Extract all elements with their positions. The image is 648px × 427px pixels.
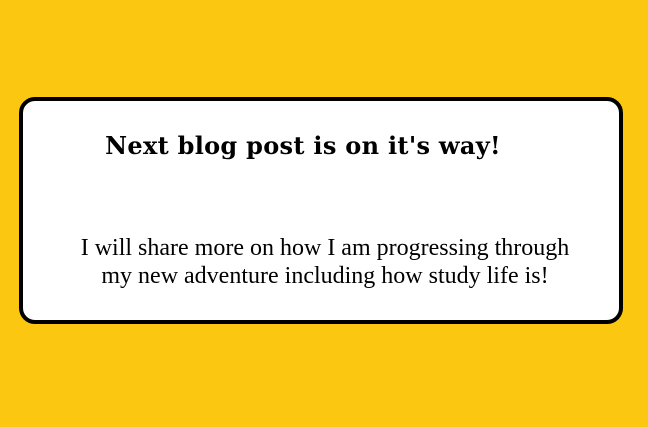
yellow-background: Next blog post is on it's way! I will sh… (0, 0, 648, 427)
card-body-line-2: my new adventure including how study lif… (101, 263, 549, 289)
announcement-card: Next blog post is on it's way! I will sh… (19, 97, 623, 324)
card-body-line-1: I will share more on how I am progressin… (80, 235, 570, 261)
card-headline: Next blog post is on it's way! (105, 131, 501, 160)
card-body-text: I will share more on how I am progressin… (31, 234, 619, 290)
